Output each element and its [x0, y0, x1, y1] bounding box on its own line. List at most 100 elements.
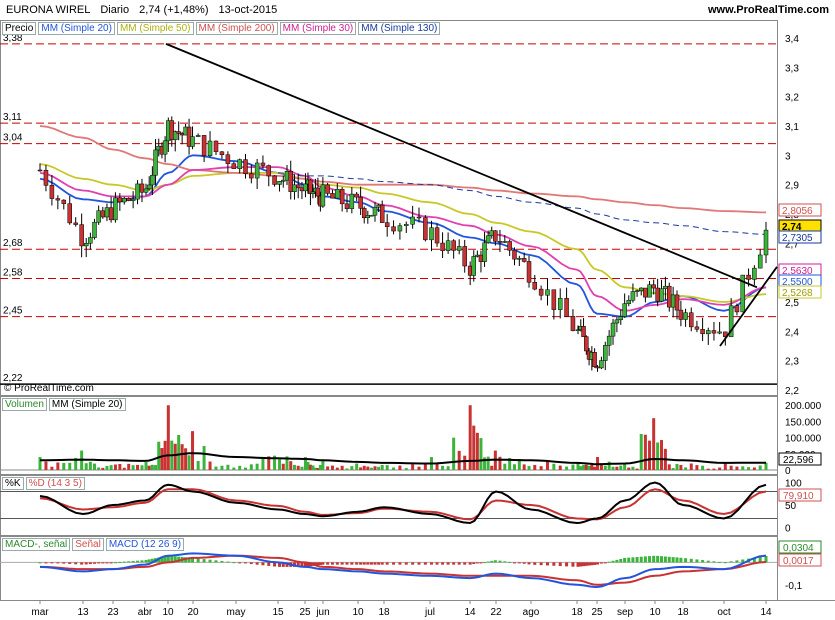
macd-hist-bar [611, 560, 615, 563]
level-label: 2,45 [3, 306, 23, 317]
macd-hist-bar [701, 560, 705, 563]
candle-body [482, 242, 487, 262]
macd-hist-bar [127, 561, 131, 563]
site-label: www.ProRealTime.com [707, 4, 829, 16]
macd-hist-bar [729, 561, 733, 563]
candle-body [260, 162, 266, 166]
candle-body [564, 298, 569, 317]
macd-hist-bar [249, 562, 253, 565]
volume-bar [101, 467, 105, 470]
volume-bar [729, 465, 733, 470]
macd-hist-bar [503, 561, 507, 563]
candle-body [354, 193, 359, 198]
legend-k[interactable]: %K [2, 477, 24, 490]
macd-hist-bar [398, 562, 402, 565]
volume-bar [718, 467, 722, 470]
price-legend: Precio MM (Simple 20) MM (Simple 50) MM (Si… [2, 22, 442, 35]
volume-bar [706, 468, 710, 470]
candle-body [325, 184, 330, 194]
legend-sma130[interactable]: MM (Simple 130) [358, 22, 441, 35]
volume-bar [712, 468, 716, 470]
volume-bar [472, 425, 476, 470]
legend-price[interactable]: Precio [2, 22, 37, 35]
price-y-tick: 3,2 [785, 93, 799, 104]
macd-hist-bar [723, 562, 727, 564]
volume-bar [652, 418, 656, 470]
volume-bar [140, 465, 144, 470]
macd-hist-bar [656, 555, 660, 563]
legend-sma50[interactable]: MM (Simple 50) [116, 22, 194, 35]
candle-body [104, 207, 110, 218]
macd-hist-bar [355, 562, 359, 565]
volume-bar [345, 468, 349, 470]
macd-hist-bar [679, 557, 683, 563]
candle-body [79, 224, 84, 247]
volume-bar [380, 465, 384, 470]
volume-bar [232, 467, 236, 470]
volume-bar [490, 465, 494, 470]
macd-hist-bar [84, 562, 88, 565]
candle-body [237, 159, 242, 169]
macd-hist-bar [671, 557, 675, 563]
volume-bar [689, 463, 693, 470]
legend-sma20[interactable]: MM (Simple 20) [38, 22, 115, 35]
macd-hist-bar [122, 561, 126, 563]
candle-body [538, 288, 544, 296]
candle-body [219, 151, 225, 156]
macd-hist-bar [735, 560, 739, 563]
macd-hist-bar [208, 559, 212, 563]
volume-bar [417, 466, 421, 470]
volume-bar [539, 466, 543, 470]
volume-bar [97, 467, 101, 470]
macd-hist-bar [255, 562, 259, 565]
candle-body [266, 165, 272, 177]
macd-hist-bar [214, 560, 218, 563]
macd-hist-bar [118, 561, 122, 563]
legend-sma30[interactable]: MM (Simple 30) [279, 22, 357, 35]
volume-bar [362, 465, 366, 470]
candle-body [55, 198, 61, 201]
volume-bar [326, 466, 330, 470]
candle-body [83, 242, 89, 247]
macd-hist-bar [147, 559, 151, 563]
candle-body [451, 240, 456, 251]
candle-body [130, 198, 136, 201]
legend-sma200[interactable]: MM (Simple 200) [195, 22, 278, 35]
volume-bar [187, 455, 191, 470]
macd-hist-bar [385, 562, 389, 565]
volume-bar [292, 464, 296, 470]
volume-bar [289, 461, 293, 470]
price-y-tick: 3 [785, 151, 791, 162]
legend-volume-sma[interactable]: MM (Simple 20) [48, 398, 126, 411]
macd-hist-bar [226, 561, 230, 563]
legend-volume[interactable]: Volumen [2, 398, 47, 411]
candle-body [37, 169, 43, 172]
macd-hist-bar [113, 562, 117, 564]
volume-bar [105, 465, 109, 470]
volume-bar [679, 464, 683, 470]
x-tick-label: ago [523, 607, 540, 618]
candle-body [440, 242, 445, 251]
period-label: Diario [100, 4, 130, 16]
legend-macd-hist[interactable]: MACD-, señal [2, 538, 71, 551]
volume-bar [411, 464, 415, 470]
candle-body [231, 163, 237, 169]
candle-body [113, 197, 118, 221]
macd-hist-bar [366, 562, 370, 565]
volume-bar [296, 465, 300, 470]
legend-signal[interactable]: Señal [72, 538, 104, 551]
legend-macd[interactable]: MACD (12 26 9) [105, 538, 185, 551]
x-tick-label: 25 [299, 607, 311, 618]
candle-body [288, 170, 293, 192]
volume-bar [398, 465, 402, 470]
legend-d[interactable]: %D (14 3 5) [25, 477, 85, 490]
macd-hist-bar [340, 562, 344, 565]
candle-body [372, 206, 378, 216]
price-y-tick: 2,5 [785, 298, 799, 309]
macd-hist-bar [493, 560, 497, 563]
candle-body [689, 312, 694, 328]
volume-bar [150, 464, 154, 470]
x-tick-label: 18 [677, 607, 689, 618]
x-tick-label: jun [315, 607, 329, 618]
candle-body [213, 140, 219, 153]
